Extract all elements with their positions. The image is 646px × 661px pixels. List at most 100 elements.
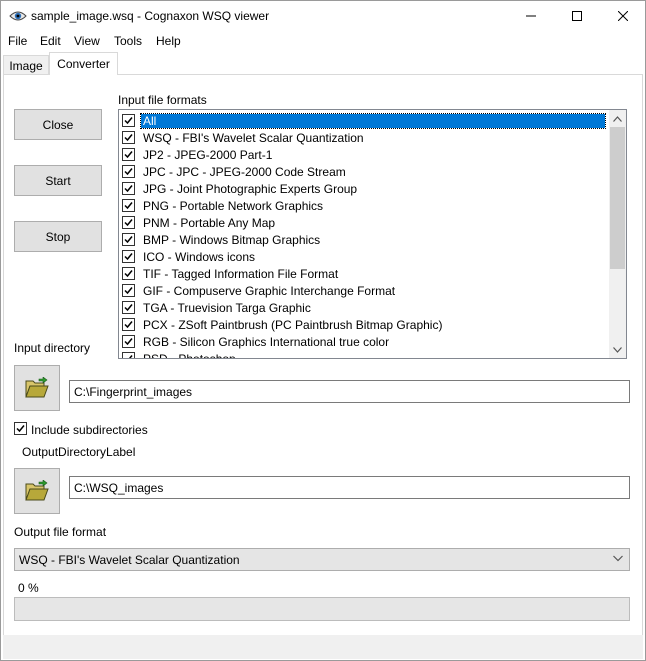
include-subdirectories-label[interactable]: Include subdirectories (31, 423, 148, 437)
close-button[interactable]: Close (14, 109, 102, 140)
checkmark-icon (124, 202, 133, 210)
format-checkbox[interactable] (122, 165, 135, 178)
chevron-down-icon (613, 346, 622, 353)
tab-converter[interactable]: Converter (49, 52, 118, 75)
format-label: BMP - Windows Bitmap Graphics (143, 232, 321, 247)
maximize-icon (572, 11, 582, 21)
stop-button[interactable]: Stop (14, 221, 102, 252)
title-bar[interactable]: sample_image.wsq - Cognaxon WSQ viewer (1, 1, 645, 31)
format-checkbox[interactable] (122, 148, 135, 161)
minimize-button[interactable] (508, 1, 554, 31)
checkmark-icon (124, 321, 133, 329)
checkmark-icon (124, 117, 133, 125)
output-directory-label: OutputDirectoryLabel (22, 445, 136, 459)
format-list-item[interactable]: JPG - Joint Photographic Experts Group (122, 180, 608, 197)
checkmark-icon (124, 185, 133, 193)
progress-bar (14, 597, 630, 621)
input-formats-label: Input file formats (118, 93, 207, 107)
checkmark-icon (124, 338, 133, 346)
menu-tools[interactable]: Tools (114, 34, 142, 48)
open-folder-icon (25, 377, 49, 398)
window-title: sample_image.wsq - Cognaxon WSQ viewer (31, 9, 270, 23)
tab-image[interactable]: Image (3, 55, 49, 75)
format-checkbox[interactable] (122, 318, 135, 331)
format-checkbox[interactable] (122, 131, 135, 144)
include-subdirectories-checkbox[interactable] (14, 422, 27, 435)
menu-edit[interactable]: Edit (40, 34, 61, 48)
format-checkbox[interactable] (122, 216, 135, 229)
format-label: RGB - Silicon Graphics International tru… (143, 334, 390, 349)
input-directory-field[interactable]: C:\Fingerprint_images (69, 380, 630, 403)
format-label: PSD - Photoshop (143, 352, 236, 359)
checkmark-icon (124, 304, 133, 312)
menu-help[interactable]: Help (156, 34, 181, 48)
format-list-item[interactable]: PCX - ZSoft Paintbrush (PC Paintbrush Bi… (122, 316, 608, 333)
output-format-label: Output file format (14, 525, 107, 539)
checkmark-icon (16, 425, 25, 433)
start-button[interactable]: Start (14, 165, 102, 196)
open-folder-icon (25, 480, 49, 501)
format-label: TIF - Tagged Information File Format (143, 266, 339, 281)
format-label: PCX - ZSoft Paintbrush (PC Paintbrush Bi… (143, 317, 443, 332)
format-list-item[interactable]: PNG - Portable Network Graphics (122, 197, 608, 214)
format-checkbox[interactable] (122, 233, 135, 246)
maximize-button[interactable] (554, 1, 600, 31)
format-checkbox[interactable] (122, 250, 135, 263)
output-format-select[interactable]: WSQ - FBI's Wavelet Scalar Quantization (14, 548, 630, 571)
format-checkbox[interactable] (122, 284, 135, 297)
scroll-up-button[interactable] (609, 110, 626, 127)
format-list-item[interactable]: GIF - Compuserve Graphic Interchange For… (122, 282, 608, 299)
format-checkbox[interactable] (122, 301, 135, 314)
scroll-down-button[interactable] (609, 341, 626, 358)
minimize-icon (526, 15, 536, 17)
format-list-item[interactable]: WSQ - FBI's Wavelet Scalar Quantization (122, 129, 608, 146)
format-list-item[interactable]: ICO - Windows icons (122, 248, 608, 265)
format-list-item[interactable]: JPC - JPC - JPEG-2000 Code Stream (122, 163, 608, 180)
format-label: TGA - Truevision Targa Graphic (143, 300, 311, 315)
checkmark-icon (124, 236, 133, 244)
scroll-thumb[interactable] (610, 127, 625, 269)
format-label: JP2 - JPEG-2000 Part-1 (143, 147, 273, 162)
menu-file[interactable]: File (8, 34, 27, 48)
chevron-down-icon (613, 555, 623, 562)
browse-input-directory-button[interactable] (14, 365, 60, 411)
format-checkbox[interactable] (122, 199, 135, 212)
format-checkbox[interactable] (122, 352, 135, 358)
format-list-item[interactable]: TGA - Truevision Targa Graphic (122, 299, 608, 316)
progress-text: 0 % (18, 581, 39, 595)
close-icon (618, 11, 628, 21)
format-checkbox[interactable] (122, 267, 135, 280)
checkmark-icon (124, 270, 133, 278)
format-list-item[interactable]: PSD - Photoshop (122, 350, 608, 358)
format-checkbox[interactable] (122, 182, 135, 195)
input-formats-list[interactable]: All WSQ - FBI's Wavelet Scalar Quantizati… (118, 109, 627, 359)
format-label: PNM - Portable Any Map (143, 215, 276, 230)
format-list-item[interactable]: PNM - Portable Any Map (122, 214, 608, 231)
app-window: sample_image.wsq - Cognaxon WSQ viewer F… (0, 0, 646, 661)
format-checkbox[interactable] (122, 335, 135, 348)
output-directory-field[interactable]: C:\WSQ_images (69, 476, 630, 499)
browse-output-directory-button[interactable] (14, 468, 60, 514)
format-list-item[interactable]: All (122, 112, 608, 129)
menu-view[interactable]: View (74, 34, 100, 48)
format-list-item[interactable]: TIF - Tagged Information File Format (122, 265, 608, 282)
format-list-item[interactable]: BMP - Windows Bitmap Graphics (122, 231, 608, 248)
format-label: JPG - Joint Photographic Experts Group (143, 181, 358, 196)
checkmark-icon (124, 168, 133, 176)
format-label: WSQ - FBI's Wavelet Scalar Quantization (143, 130, 364, 145)
list-scrollbar[interactable] (609, 110, 626, 358)
format-label: GIF - Compuserve Graphic Interchange For… (143, 283, 396, 298)
format-label: JPC - JPC - JPEG-2000 Code Stream (143, 164, 346, 179)
close-window-button[interactable] (600, 1, 646, 31)
checkmark-icon (124, 287, 133, 295)
format-label: ICO - Windows icons (143, 249, 256, 264)
chevron-up-icon (613, 115, 622, 122)
status-bar (3, 635, 643, 659)
checkmark-icon (124, 219, 133, 227)
checkmark-icon (124, 253, 133, 261)
format-checkbox[interactable] (122, 114, 135, 127)
format-list-item[interactable]: RGB - Silicon Graphics International tru… (122, 333, 608, 350)
format-list-item[interactable]: JP2 - JPEG-2000 Part-1 (122, 146, 608, 163)
eye-icon (9, 9, 27, 23)
format-label: PNG - Portable Network Graphics (143, 198, 324, 213)
